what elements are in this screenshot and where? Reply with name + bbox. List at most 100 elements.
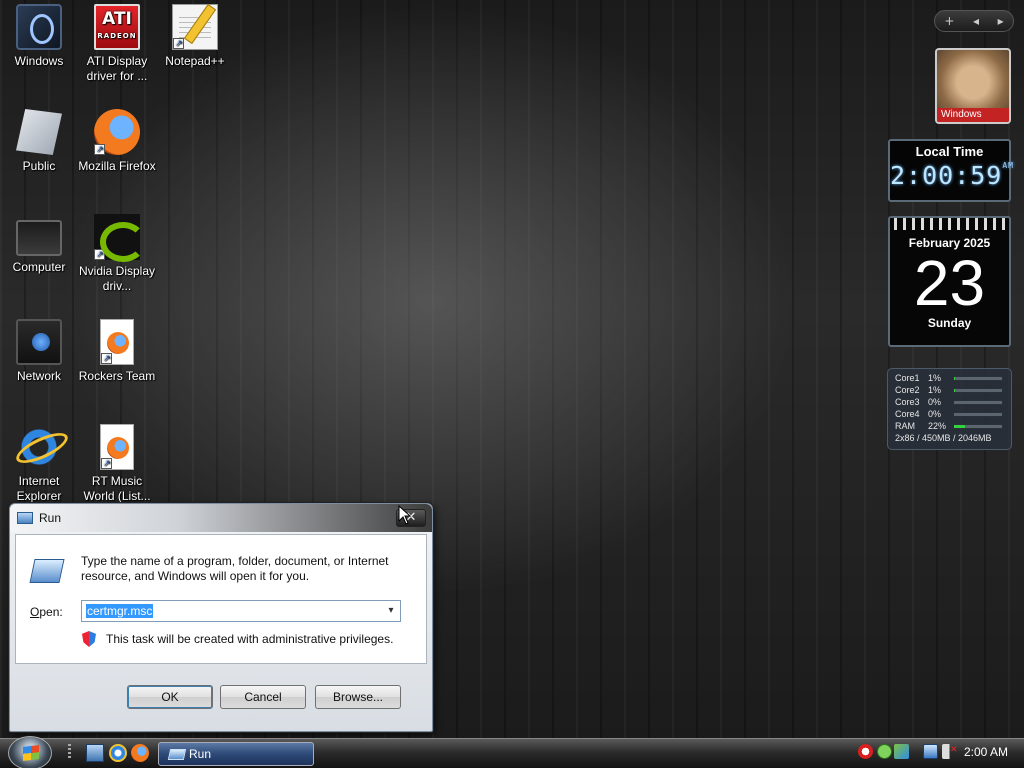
volume-muted-icon[interactable] <box>942 744 958 759</box>
desktop-icon-label: Rockers Team <box>78 369 156 383</box>
calendar-day: 23 <box>913 247 986 319</box>
cpu-meter-percent: 0% <box>928 397 942 407</box>
cpu-meter-name: Core1 <box>895 373 920 383</box>
chevron-down-icon[interactable]: ▾ <box>384 603 398 619</box>
firefox-document-icon <box>100 319 134 366</box>
cpu-meter-row: Core1 1% <box>895 372 1011 384</box>
security-alert-icon[interactable] <box>858 744 873 759</box>
firefox-quicklaunch-icon[interactable] <box>131 744 149 762</box>
slideshow-gadget[interactable]: Windows <box>935 48 1011 124</box>
desktop-icon-label: Internet Explorer <box>16 474 62 503</box>
uac-shield-icon <box>82 631 96 647</box>
ati-radeon-icon: ATI RADEON <box>94 4 140 50</box>
desktop-icon-notepadpp[interactable]: Notepad++ <box>156 4 234 69</box>
run-dialog: Run ✕ Type the name of a program, folder… <box>9 503 433 732</box>
open-label: Open: <box>30 605 63 619</box>
desktop-icon-label: Windows <box>14 54 64 68</box>
firefox-document-icon <box>100 424 134 471</box>
desktop-icon-label: Mozilla Firefox <box>78 159 156 173</box>
cpu-meter-rows: Core1 1% Core2 1% Core3 0% Core4 0% RAM 22% <box>895 372 1011 432</box>
calendar-rings <box>894 218 1005 230</box>
computer-monitor-icon <box>16 220 62 256</box>
desktop-icon-rt-music-world[interactable]: RT Music World (List... <box>78 424 156 504</box>
internet-explorer-quicklaunch-icon[interactable] <box>109 744 127 762</box>
cancel-button[interactable]: Cancel <box>220 685 306 709</box>
open-combobox[interactable]: certmgr.msc ▾ <box>81 600 401 622</box>
cpu-meter-bar <box>953 411 1003 417</box>
desktop-icon-internet-explorer[interactable]: Internet Explorer <box>0 424 78 504</box>
run-title: Run <box>39 511 62 525</box>
cpu-meter-percent: 1% <box>928 373 942 383</box>
run-title-bar[interactable]: Run ✕ <box>10 504 432 532</box>
run-program-icon <box>29 559 65 583</box>
calendar-weekday: Sunday <box>927 316 972 330</box>
desktop-icon-label: ATI Display driver for ... <box>86 54 148 83</box>
desktop-icon-network[interactable]: Network <box>0 319 78 384</box>
network-icon <box>16 319 62 365</box>
nvidia-icon <box>94 214 146 262</box>
desktop-icon-public[interactable]: Public <box>0 109 78 174</box>
quick-launch-grip[interactable] <box>68 744 71 760</box>
taskbar-item-run[interactable]: Run <box>158 742 314 766</box>
taskbar-item-label: Run <box>189 747 212 761</box>
cpu-meter-gadget[interactable]: Core1 1% Core2 1% Core3 0% Core4 0% RAM 22% 2x86 … <box>887 368 1012 450</box>
shortcut-arrow-icon <box>94 142 105 157</box>
sidebar-controls: + ◂ ▸ <box>934 10 1014 32</box>
browse-button[interactable]: Browse... <box>315 685 401 709</box>
desktop-icon-label: RT Music World (List... <box>83 474 151 503</box>
start-button[interactable] <box>8 736 52 768</box>
desktop-icon-windows[interactable]: Windows <box>0 4 78 69</box>
desktop-icon-ati-driver[interactable]: ATI RADEON ATI Display driver for ... <box>78 4 156 84</box>
next-page-button[interactable]: ▸ <box>998 14 1004 28</box>
cpu-meter-percent: 0% <box>928 409 942 419</box>
desktop-icon-label: Nvidia Display driv... <box>78 264 156 293</box>
cpu-meter-footer: 2x86 / 450MB / 2046MB <box>895 433 992 443</box>
desktop-icon-firefox[interactable]: Mozilla Firefox <box>78 109 156 174</box>
clock-ampm: AM <box>1002 161 1014 170</box>
windows-folder-icon <box>16 4 62 50</box>
previous-page-button[interactable]: ◂ <box>973 14 979 28</box>
public-folder-icon <box>16 109 62 155</box>
desktop-icon-computer[interactable]: Computer <box>0 214 78 275</box>
network-tray-icon[interactable] <box>923 744 938 759</box>
admin-privileges-note: This task will be created with administr… <box>106 632 394 646</box>
shortcut-arrow-icon <box>173 36 184 51</box>
open-input[interactable]: certmgr.msc <box>86 604 154 618</box>
antivirus-ok-icon[interactable] <box>877 744 892 759</box>
ok-button[interactable]: OK <box>127 685 213 709</box>
desktop-icon-label: Computer <box>12 260 66 274</box>
cpu-meter-name: Core4 <box>895 409 920 419</box>
shortcut-arrow-icon <box>101 351 112 366</box>
desktop-icon-label: Network <box>16 369 61 383</box>
run-content-panel: Type the name of a program, folder, docu… <box>15 534 427 664</box>
tray-app-icon[interactable] <box>894 744 909 759</box>
cpu-meter-bar <box>953 399 1003 405</box>
desktop-icon-rockers-team[interactable]: Rockers Team <box>78 319 156 384</box>
cpu-meter-row: RAM 22% <box>895 420 1011 432</box>
firefox-icon <box>94 109 140 157</box>
cpu-meter-percent: 22% <box>928 421 947 431</box>
desktop-icon-nvidia-driver[interactable]: Nvidia Display driv... <box>78 214 156 294</box>
show-desktop-icon[interactable] <box>86 744 104 762</box>
desktop-icon-label: Public <box>22 159 56 173</box>
taskbar-clock[interactable]: 2:00 AM <box>964 745 1008 759</box>
run-app-icon <box>17 512 33 524</box>
cpu-meter-name: Core2 <box>895 385 920 395</box>
slideshow-caption: Windows <box>937 108 1009 122</box>
cpu-meter-percent: 1% <box>928 385 942 395</box>
mouse-cursor-icon <box>398 505 412 525</box>
notepad-icon <box>172 4 218 51</box>
shortcut-arrow-icon <box>101 456 112 471</box>
run-app-icon <box>167 749 187 760</box>
calendar-gadget[interactable]: February 2025 23 Sunday <box>888 216 1011 347</box>
cpu-meter-bar <box>953 387 1003 393</box>
cpu-meter-row: Core4 0% <box>895 408 1011 420</box>
desktop-icon-label: Notepad++ <box>165 54 225 68</box>
clock-gadget[interactable]: Local Time 2:00:59AM <box>888 139 1014 202</box>
cpu-meter-bar-fill <box>954 424 965 428</box>
clock-time: 2:00:59AM <box>890 161 1014 190</box>
cpu-meter-row: Core3 0% <box>895 396 1011 408</box>
cpu-meter-name: RAM <box>895 421 915 431</box>
run-description: Type the name of a program, folder, docu… <box>81 554 389 583</box>
add-gadget-button[interactable]: + <box>944 14 954 28</box>
